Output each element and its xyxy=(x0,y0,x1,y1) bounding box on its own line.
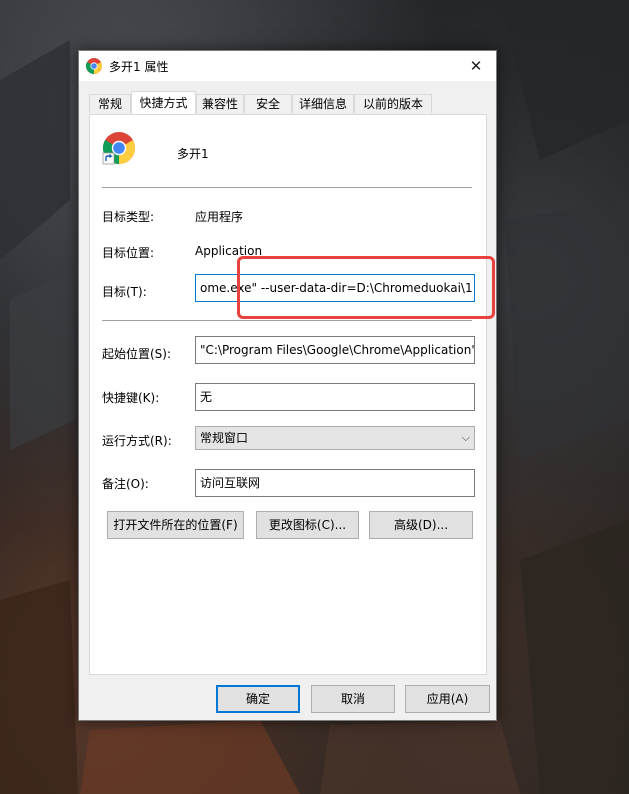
apply-button[interactable]: 应用(A) xyxy=(405,685,490,713)
tab-compatibility[interactable]: 兼容性 xyxy=(196,94,244,113)
title-bar[interactable]: 多开1 属性 ✕ xyxy=(79,51,496,81)
shortcut-name: 多开1 xyxy=(177,147,209,161)
open-file-location-button[interactable]: 打开文件所在的位置(F) xyxy=(107,511,244,539)
target-location-label: 目标位置: xyxy=(102,246,155,260)
hotkey-label: 快捷键(K): xyxy=(102,391,160,405)
chrome-icon xyxy=(102,131,136,165)
run-select[interactable]: 常规窗口 ⌵ xyxy=(195,426,475,450)
divider xyxy=(102,320,472,321)
run-select-value: 常规窗口 xyxy=(200,431,249,445)
target-type-value: 应用程序 xyxy=(195,210,244,224)
shortcut-panel: 多开1 目标类型: 应用程序 目标位置: Application 目标(T): … xyxy=(89,114,487,675)
tab-shortcut[interactable]: 快捷方式 xyxy=(131,91,196,114)
window-title: 多开1 属性 xyxy=(109,60,169,74)
divider xyxy=(102,187,472,188)
annotation-highlight-box xyxy=(237,256,495,319)
close-button[interactable]: ✕ xyxy=(456,51,496,81)
start-in-label: 起始位置(S): xyxy=(102,347,172,361)
tab-security[interactable]: 安全 xyxy=(244,94,292,113)
advanced-button[interactable]: 高级(D)... xyxy=(369,511,473,539)
start-in-input[interactable]: "C:\Program Files\Google\Chrome\Applicat… xyxy=(195,336,475,364)
change-icon-button[interactable]: 更改图标(C)... xyxy=(256,511,359,539)
ok-button[interactable]: 确定 xyxy=(216,685,300,713)
target-label: 目标(T): xyxy=(102,285,147,299)
comment-input[interactable]: 访问互联网 xyxy=(195,469,475,497)
chrome-icon xyxy=(86,58,102,74)
cancel-button[interactable]: 取消 xyxy=(311,685,395,713)
chevron-down-icon: ⌵ xyxy=(461,431,470,444)
target-type-label: 目标类型: xyxy=(102,210,155,224)
tab-details[interactable]: 详细信息 xyxy=(292,94,354,113)
run-label: 运行方式(R): xyxy=(102,434,172,448)
tab-previous-versions[interactable]: 以前的版本 xyxy=(354,94,432,113)
properties-dialog: 多开1 属性 ✕ 常规 快捷方式 兼容性 安全 详细信息 以前的版本 多开1 目… xyxy=(78,50,497,721)
tab-general[interactable]: 常规 xyxy=(89,94,131,113)
hotkey-input[interactable]: 无 xyxy=(195,383,475,411)
comment-label: 备注(O): xyxy=(102,477,149,491)
